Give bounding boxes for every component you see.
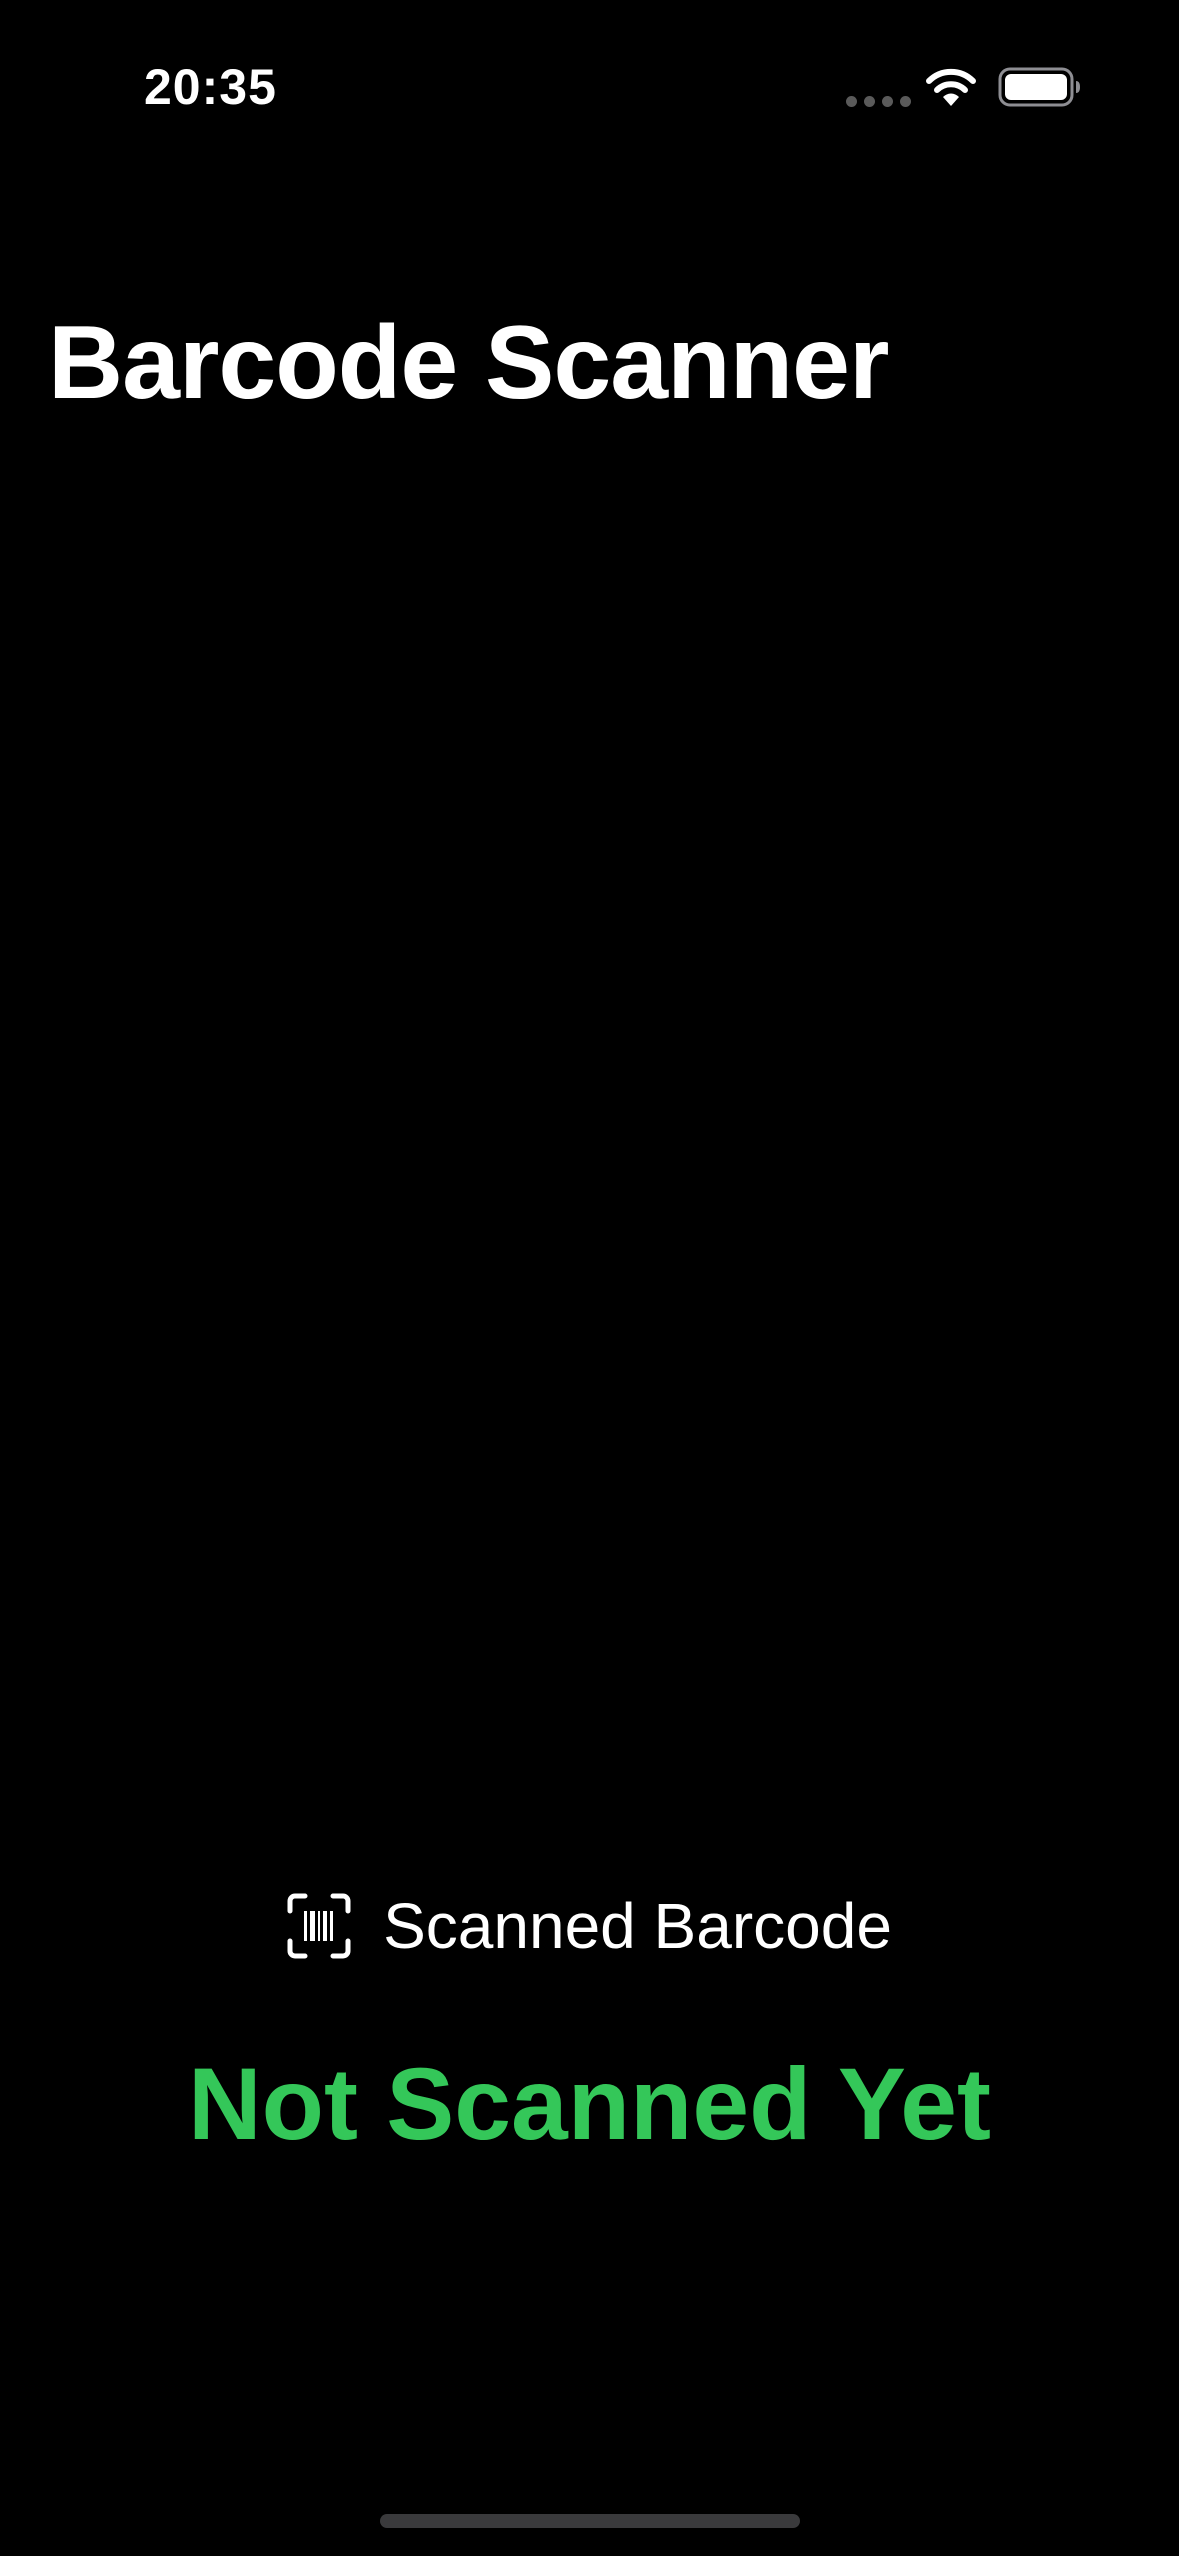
scanned-barcode-label-row: Scanned Barcode — [0, 1886, 1179, 1966]
home-indicator[interactable] — [380, 2514, 800, 2528]
scan-result-text: Not Scanned Yet — [187, 2047, 991, 2161]
cellular-signal-icon — [846, 96, 911, 107]
status-bar: 20:35 — [0, 0, 1179, 170]
battery-icon — [998, 67, 1080, 107]
barcode-viewfinder-icon — [287, 1893, 351, 1959]
scanned-barcode-label: Scanned Barcode — [383, 1890, 892, 1962]
status-time: 20:35 — [144, 59, 277, 115]
wifi-icon — [926, 68, 976, 106]
page-title: Barcode Scanner — [48, 305, 889, 421]
